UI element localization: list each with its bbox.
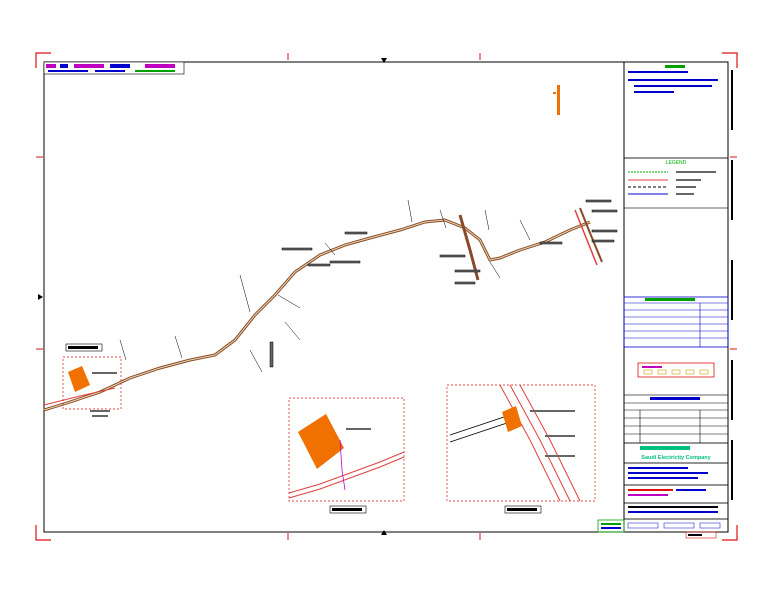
legend-panel: LEGEND [623,157,729,209]
inset-right-detail [446,384,596,514]
company-logo-block: Saudi Electricity Company [623,442,729,464]
top-left-title-bar [43,61,185,75]
status-stamp-box [637,362,715,378]
notes-panel [623,61,729,159]
centering-arrows [38,58,387,535]
company-name: Saudi Electricity Company [641,455,711,461]
corner-crop-marks [35,52,738,541]
cable-route [43,207,603,412]
north-arrow-marker [553,85,560,115]
inset-center-detail [288,397,405,514]
revision-table [623,296,729,348]
bottom-right-tabs [597,519,717,539]
project-info-block [623,462,729,533]
side-zone-marks [731,70,733,500]
approval-table [623,394,729,444]
edge-ticks [36,53,737,540]
legend-title: LEGEND [666,160,687,166]
inset-left-detail [62,343,122,417]
cad-drawing-sheet: LEGEND Saudi Electricity Company [35,52,738,541]
map-annotations [119,199,618,373]
